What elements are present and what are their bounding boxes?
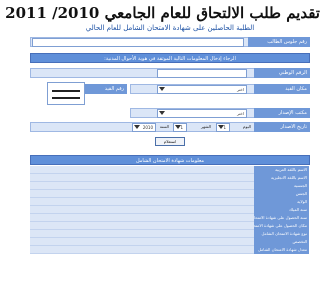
month-select[interactable]: 1 xyxy=(173,122,187,132)
table-row-value xyxy=(30,222,254,230)
month-label: الشهر xyxy=(201,124,211,129)
table-row-label: معدل شهادة الامتحان الشامل xyxy=(254,246,309,254)
table-row-value xyxy=(30,166,254,174)
table-row-value xyxy=(30,190,254,198)
chevron-down-icon xyxy=(159,110,165,115)
date-label: تاريخ الاصدار xyxy=(254,122,310,132)
id-number-box[interactable] xyxy=(47,82,85,105)
chevron-down-icon xyxy=(218,124,224,129)
table-row-value xyxy=(30,214,254,222)
day-select[interactable]: 1 xyxy=(216,122,230,132)
table-row-label: سنة الميلاد xyxy=(254,206,309,214)
table-row-value xyxy=(30,182,254,190)
table-row: معدل شهادة الامتحان الشامل xyxy=(30,246,309,254)
issue-place-select-value: اختر xyxy=(237,110,244,116)
year-label: السنة xyxy=(159,124,169,129)
table-row-label: الاسم باللغة الانجليزية xyxy=(254,174,309,182)
table-row: التخصص xyxy=(30,238,309,246)
table-row: سنة الميلاد xyxy=(30,206,309,214)
place-id-label: مكان القيد xyxy=(254,84,310,94)
issue-place-select[interactable]: اختر xyxy=(157,108,247,118)
chevron-down-icon xyxy=(159,86,165,91)
table-row-label: مكان الحصول على شهادة الامتحان الشامل xyxy=(254,222,309,230)
notice-bar: الرجاء إدخال المعلومات التالية الموثقة ف… xyxy=(30,53,310,63)
table-row-label: الجنس xyxy=(254,190,309,198)
table-row-value xyxy=(30,206,254,214)
table-row-label: الجنسية xyxy=(254,182,309,190)
table-row-label: نوع شهادة الامتحان الشامل xyxy=(254,230,309,238)
page-subtitle: الطلبة الحاصلين على شهادة الامتحان الشام… xyxy=(85,24,255,32)
place-id-select-value: اختر xyxy=(237,86,244,92)
table-row-value xyxy=(30,230,254,238)
table-row: الولاية xyxy=(30,198,309,206)
table-row-label: التخصص xyxy=(254,238,309,246)
inquiry-button[interactable]: استعلام xyxy=(155,137,185,146)
table-row: الجنس xyxy=(30,190,309,198)
table-row: الاسم باللغة الانجليزية xyxy=(30,174,309,182)
table-row-value xyxy=(30,198,254,206)
national-id-label: الرقم الوطني xyxy=(254,68,310,78)
table-row: الجنسية xyxy=(30,182,309,190)
year-value: 2010 xyxy=(142,124,153,130)
table-row-label: سنة الحصول على شهادة الامتحان الشامل xyxy=(254,214,309,222)
table-row-label: الاسم باللغة العربية xyxy=(254,166,309,174)
place-id-select[interactable]: اختر xyxy=(157,84,247,94)
table-row-value xyxy=(30,238,254,246)
table-row: سنة الحصول على شهادة الامتحان الشامل xyxy=(30,214,309,222)
table-row: مكان الحصول على شهادة الامتحان الشامل xyxy=(30,222,309,230)
table-row-value xyxy=(30,174,254,182)
page-title: تقديم طلب الالتحاق للعام الجامعي 2010/ 2… xyxy=(5,4,320,22)
table-row-label: الولاية xyxy=(254,198,309,206)
id-number-label: رقم القيد xyxy=(85,84,127,94)
day-label: اليوم xyxy=(242,124,251,129)
results-section-title: معلومات شهادة الامتحان الشامل xyxy=(30,155,310,165)
student-number-label: رقم جلوس الطالب xyxy=(248,37,310,47)
year-select[interactable]: 2010 xyxy=(132,122,156,132)
table-row: الاسم باللغة العربية xyxy=(30,166,309,174)
chevron-down-icon xyxy=(175,124,181,129)
student-number-input[interactable] xyxy=(32,37,244,47)
chevron-down-icon xyxy=(134,124,140,129)
table-row-value xyxy=(30,246,254,254)
national-id-input[interactable] xyxy=(157,68,247,78)
issue-place-label: مكتب الإصدار xyxy=(254,108,310,118)
table-row: نوع شهادة الامتحان الشامل xyxy=(30,230,309,238)
